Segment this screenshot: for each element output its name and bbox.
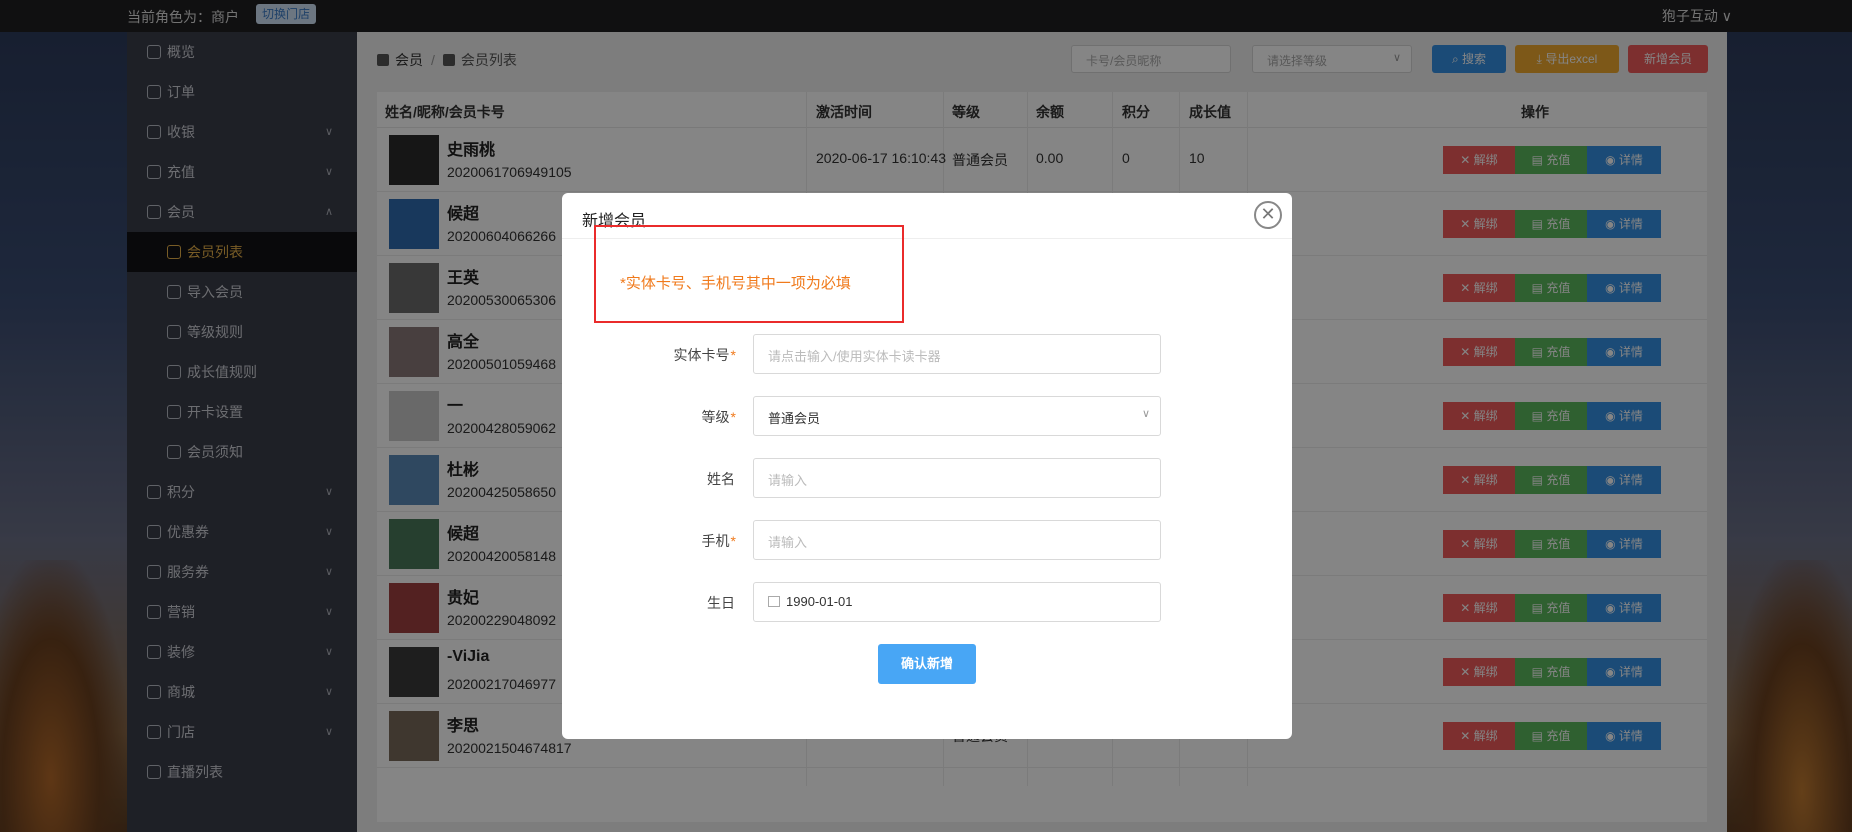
birthday-label: 生日 (707, 595, 735, 611)
form-row-phone: 手机* 请输入 (562, 520, 1292, 560)
form-row-birthday: 生日 1990-01-01 (562, 582, 1292, 622)
birthday-picker[interactable]: 1990-01-01 (753, 582, 1161, 622)
name-input[interactable]: 请输入 (753, 458, 1161, 498)
form-row-level: 等级* 普通会员 ∨ (562, 396, 1292, 436)
required-notice: *实体卡号、手机号其中一项为必填 (620, 275, 851, 292)
level-select[interactable]: 普通会员 ∨ (753, 396, 1161, 436)
form-row-name: 姓名 请输入 (562, 458, 1292, 498)
level-label: 等级* (701, 409, 736, 425)
level-select-value: 普通会员 (768, 411, 821, 426)
birthday-value: 1990-01-01 (786, 594, 853, 609)
confirm-add-button[interactable]: 确认新增 (878, 644, 976, 684)
phone-input[interactable]: 请输入 (753, 520, 1161, 560)
card-number-input[interactable]: 请点击输入/使用实体卡读卡器 (753, 334, 1161, 374)
card-label: 实体卡号* (673, 347, 736, 363)
chevron-down-icon: ∨ (1141, 408, 1150, 420)
name-label: 姓名 (707, 471, 735, 487)
calendar-icon (768, 596, 780, 607)
form-row-card: 实体卡号* 请点击输入/使用实体卡读卡器 (562, 334, 1292, 374)
add-member-dialog: 新增会员 ✕ *实体卡号、手机号其中一项为必填 实体卡号* 请点击输入/使用实体… (562, 193, 1292, 739)
close-icon[interactable]: ✕ (1254, 201, 1282, 229)
phone-label: 手机* (701, 533, 736, 549)
